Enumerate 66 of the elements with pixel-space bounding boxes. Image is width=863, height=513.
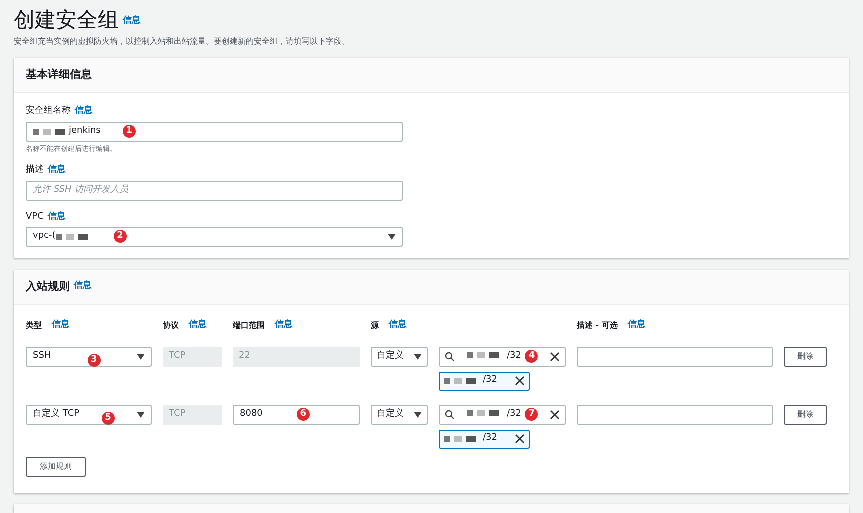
close-icon[interactable] (515, 376, 525, 386)
info-link[interactable]: 信息 (123, 16, 141, 26)
redaction-mark (467, 410, 499, 416)
column-header: 源 (371, 320, 379, 332)
close-icon[interactable] (550, 352, 560, 362)
page-description: 安全组充当实例的虚拟防火墙，以控制入站和出站流量。要创建新的安全组，请填写以下字段。 (14, 36, 351, 48)
delete-button[interactable]: 删除 (784, 404, 827, 424)
column-header: 类型 (26, 320, 42, 332)
annotation-marker: 3 (88, 354, 101, 367)
info-link[interactable]: 信息 (189, 319, 207, 332)
annotation-marker: 6 (296, 408, 310, 421)
section-heading: 入站规则 (26, 278, 70, 295)
type-select[interactable]: SSH 3 (26, 346, 152, 366)
field-label: 描述 (26, 164, 44, 177)
field-placeholder: 允许 SSH 访问开发人员 (33, 184, 129, 197)
delete-button[interactable]: 删除 (784, 346, 827, 366)
protocol-field: TCP (163, 404, 222, 424)
vpc-select[interactable]: vpc-( 2 (26, 227, 403, 247)
source-select[interactable]: 自定义 (371, 346, 428, 366)
cidr-token: /32 (439, 430, 530, 448)
page-title: 创建安全组 (14, 7, 119, 34)
info-link[interactable]: 信息 (52, 319, 70, 332)
description-field[interactable] (577, 404, 773, 424)
info-link[interactable]: 信息 (628, 319, 646, 332)
section-heading: 基本详细信息 (26, 66, 92, 83)
caret-icon (137, 412, 145, 418)
field-label: 安全组名称 (26, 105, 71, 118)
source-select[interactable]: 自定义 (371, 404, 428, 424)
info-link[interactable]: 信息 (74, 280, 92, 294)
redaction-mark (444, 436, 476, 442)
redaction-mark (467, 352, 499, 358)
info-link[interactable]: 信息 (275, 319, 293, 332)
cidr-search-field[interactable]: /32 4 (439, 346, 566, 366)
info-link[interactable]: 信息 (48, 164, 66, 178)
field-value: jenkins (69, 124, 101, 138)
redaction-mark (444, 378, 476, 384)
column-header: 描述 - 可选 (577, 320, 618, 332)
protocol-field: TCP (163, 346, 222, 366)
close-icon[interactable] (515, 434, 525, 444)
search-icon (445, 352, 455, 362)
annotation-marker: 1 (122, 124, 136, 138)
column-header: 端口范围 (233, 320, 265, 332)
caret-icon (414, 412, 422, 418)
add-rule-button[interactable]: 添加规则 (26, 456, 86, 476)
select-value: vpc-( (33, 230, 56, 244)
close-icon[interactable] (550, 410, 560, 420)
annotation-marker: 2 (114, 230, 127, 244)
search-icon (445, 410, 455, 420)
text-field[interactable]: jenkins 1 (26, 122, 403, 142)
column-header: 协议 (163, 320, 179, 332)
field-label: VPC (26, 210, 44, 224)
info-link[interactable]: 信息 (48, 210, 66, 224)
annotation-marker: 5 (102, 412, 115, 425)
annotation-marker: 4 (525, 350, 538, 363)
caret-icon (137, 354, 145, 360)
port-range-field: 22 (233, 346, 360, 366)
description-field[interactable] (577, 346, 773, 366)
cidr-token: /32 (439, 372, 530, 390)
caret-icon (414, 354, 422, 360)
caret-icon (388, 234, 396, 240)
annotation-marker: 7 (525, 408, 538, 421)
type-select[interactable]: 自定义 TCP 5 (26, 404, 152, 424)
info-link[interactable]: 信息 (75, 105, 93, 118)
port-range-field[interactable]: 8080 6 (233, 404, 360, 424)
info-link[interactable]: 信息 (389, 319, 407, 332)
cidr-search-field[interactable]: /32 7 (439, 404, 566, 424)
